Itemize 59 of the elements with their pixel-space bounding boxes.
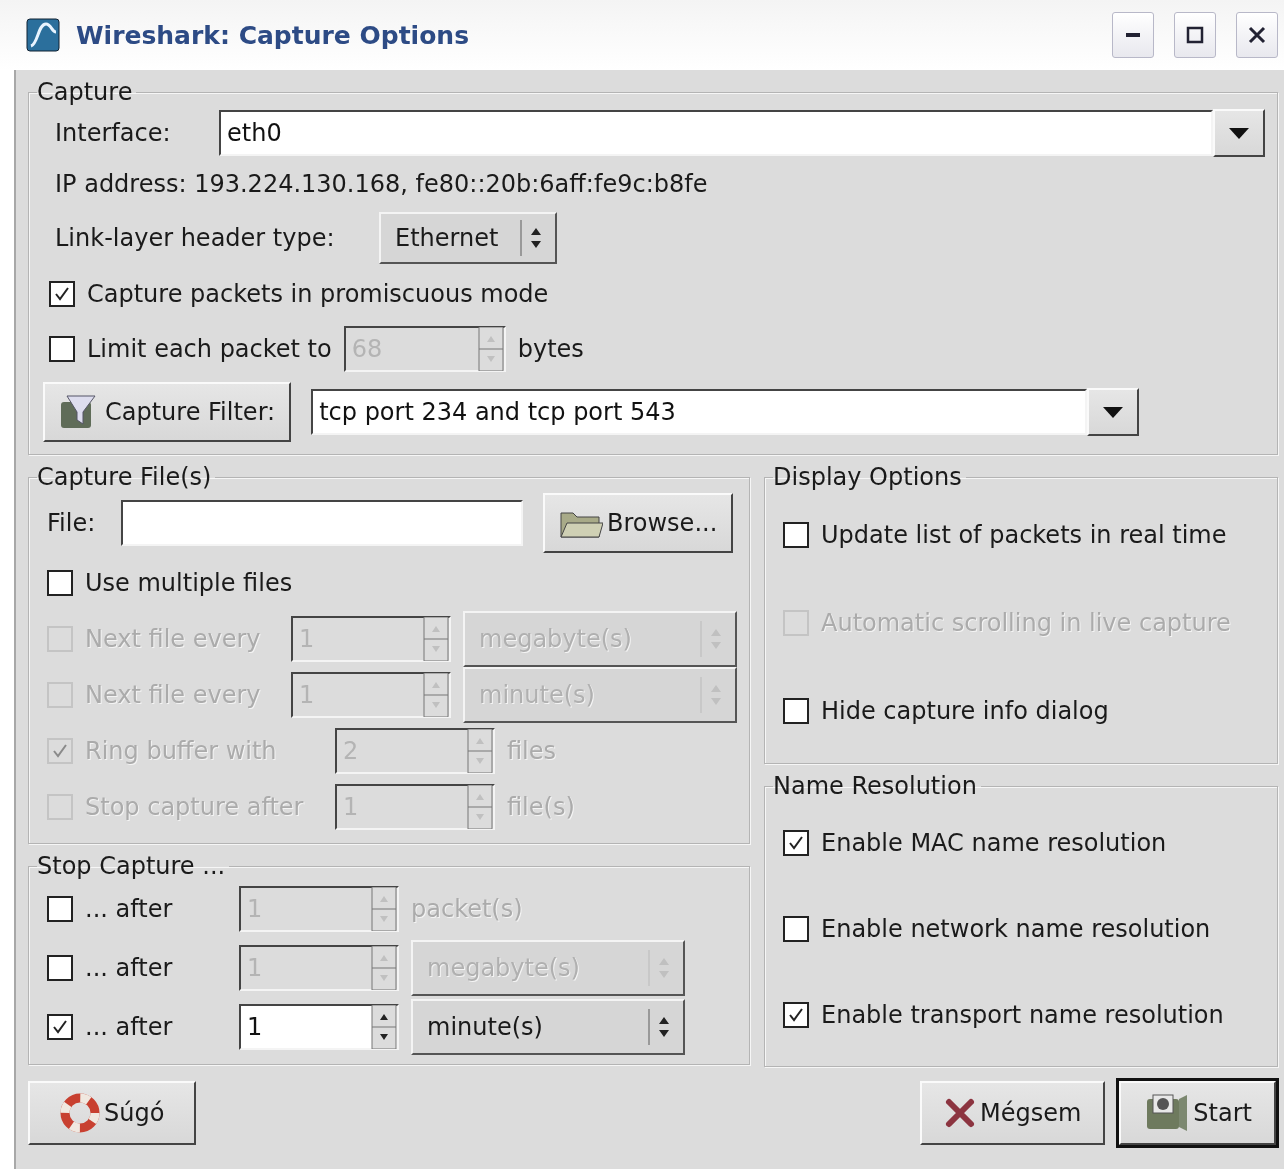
checkbox[interactable] bbox=[47, 1013, 73, 1040]
frame-title: Capture bbox=[37, 78, 134, 106]
frame-title: Capture File(s) bbox=[37, 463, 213, 491]
checkbox[interactable] bbox=[49, 281, 75, 308]
window-title: Wireshark: Capture Options bbox=[76, 20, 470, 50]
maximize-button[interactable] bbox=[1174, 12, 1216, 58]
frame-title: Display Options bbox=[773, 463, 963, 491]
field-label: Link-layer header type: bbox=[55, 223, 336, 252]
browse-button[interactable]: Browse... bbox=[543, 493, 734, 553]
field-label: Interface: bbox=[55, 119, 172, 148]
checkbox-label: ... after bbox=[85, 1012, 174, 1041]
checkbox-label: Enable network name resolution bbox=[821, 915, 1211, 943]
minimize-icon bbox=[1126, 33, 1140, 37]
unit-dropdown[interactable]: minute(s) bbox=[411, 998, 685, 1055]
spin-field[interactable]: 1 bbox=[239, 1003, 399, 1050]
dropdown-button[interactable] bbox=[1213, 109, 1265, 158]
cancel-icon bbox=[944, 1097, 976, 1129]
minimize-button[interactable] bbox=[1112, 12, 1154, 58]
start-button[interactable]: Start bbox=[1119, 1081, 1276, 1145]
checkbox-label: Update list of packets in real time bbox=[821, 521, 1227, 549]
checkbox-label: Hide capture info dialog bbox=[821, 697, 1109, 725]
checkbox-label: Enable transport name resolution bbox=[821, 1001, 1224, 1029]
filter-field[interactable]: tcp port 234 and tcp port 543 bbox=[311, 388, 1088, 435]
checkbox[interactable] bbox=[47, 896, 73, 923]
ip-address: IP address: 193.224.130.168, fe80::20b:6aff:fe9c:b8fe bbox=[55, 170, 708, 199]
checkmark-icon bbox=[787, 834, 805, 852]
cancel-button[interactable]: Mégsem bbox=[920, 1081, 1106, 1145]
checkbox[interactable] bbox=[783, 830, 809, 856]
checkbox-label: Capture packets in promiscuous mode bbox=[87, 280, 549, 309]
help-button[interactable]: Súgó bbox=[28, 1081, 197, 1145]
checkbox-label: Limit each packet to bbox=[87, 335, 332, 364]
file-field[interactable] bbox=[121, 500, 523, 546]
stepper-icon[interactable] bbox=[371, 1004, 397, 1049]
frame-title: Stop Capture ... bbox=[37, 852, 227, 880]
field-label: File: bbox=[47, 509, 97, 537]
checkbox-label: ... after bbox=[85, 895, 174, 924]
checkbox[interactable] bbox=[49, 336, 75, 363]
checkbox-label: Enable MAC name resolution bbox=[821, 829, 1167, 857]
checkbox-label: ... after bbox=[85, 954, 174, 982]
checkbox-label: Use multiple files bbox=[85, 569, 293, 597]
interface-field[interactable]: eth0 bbox=[219, 110, 1213, 157]
maximize-icon bbox=[1186, 26, 1204, 44]
app-icon bbox=[26, 18, 60, 52]
checkmark-icon bbox=[51, 742, 69, 760]
checkbox[interactable] bbox=[47, 570, 73, 596]
checkbox[interactable] bbox=[783, 1002, 809, 1028]
checkbox[interactable] bbox=[47, 955, 73, 981]
unit-label: bytes bbox=[517, 335, 584, 364]
link-layer-dropdown[interactable]: Ethernet bbox=[379, 211, 557, 264]
checkmark-icon bbox=[787, 1006, 805, 1024]
dropdown-button[interactable] bbox=[1087, 387, 1140, 436]
checkbox[interactable] bbox=[783, 522, 809, 548]
close-button[interactable] bbox=[1236, 12, 1278, 58]
checkbox[interactable] bbox=[783, 916, 809, 942]
frame-title: Name Resolution bbox=[773, 772, 978, 800]
lifebuoy-icon bbox=[60, 1093, 100, 1133]
close-icon bbox=[1248, 26, 1266, 44]
capture-filter-button[interactable]: Capture Filter: bbox=[43, 381, 292, 442]
checkbox[interactable] bbox=[783, 698, 809, 724]
